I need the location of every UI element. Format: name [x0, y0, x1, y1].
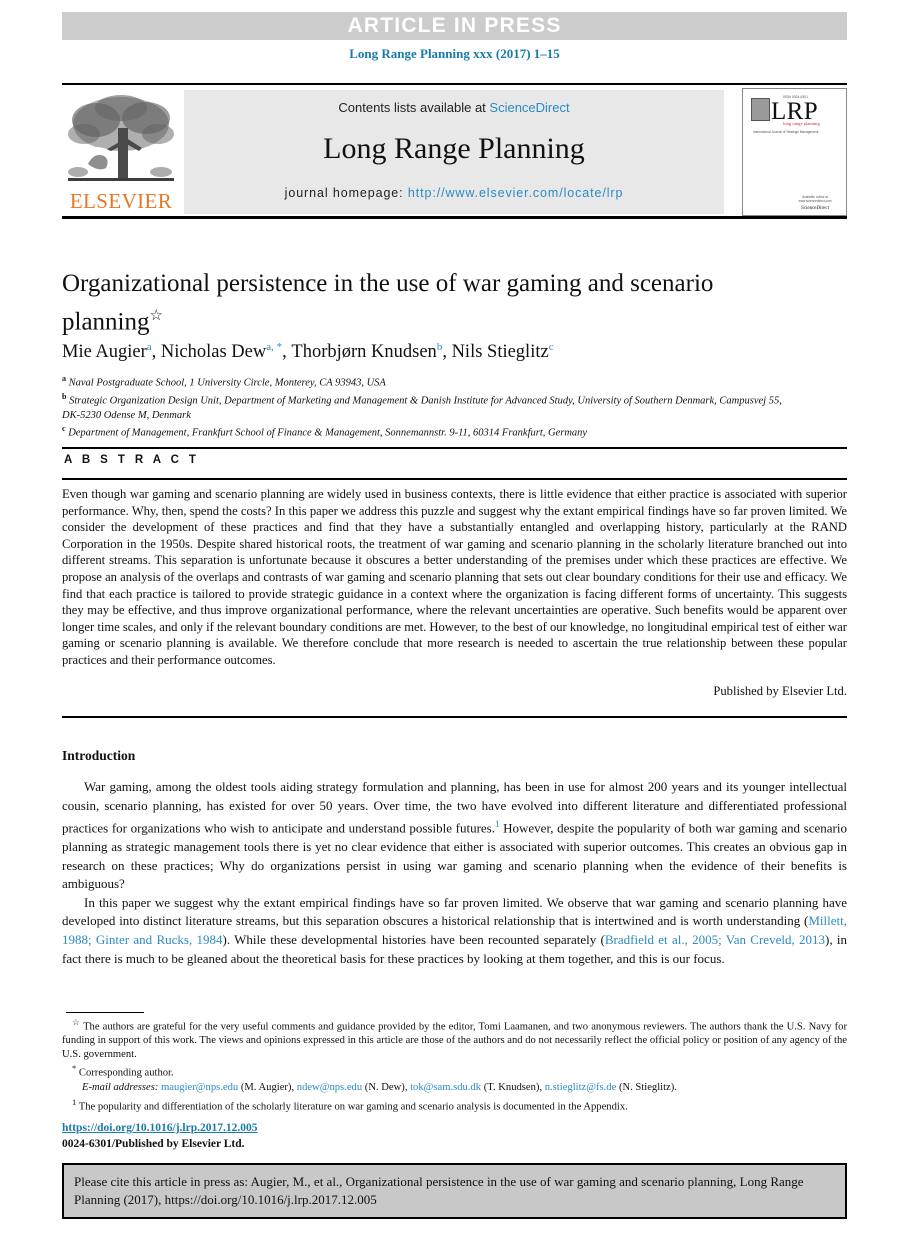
author-list: Mie Augiera, Nicholas Dewa, *, Thorbjørn… [62, 341, 847, 363]
affiliation-mark: c [62, 424, 66, 434]
author-name: Thorbjørn Knudsen [291, 342, 437, 363]
author-name: Nicholas Dew [160, 342, 267, 363]
footnote-emails: E-mail addresses: maugier@nps.edu (M. Au… [82, 1082, 677, 1094]
affiliation-mark: b [62, 392, 67, 402]
footnote-acknowledgement: ☆ The authors are grateful for the very … [62, 1016, 847, 1061]
abstract-bottom-rule [62, 716, 847, 718]
affiliation-mark: a [62, 374, 66, 383]
footnote-corresponding-text: Corresponding author. [78, 1067, 174, 1079]
contents-prefix: Contents lists available at [338, 100, 490, 115]
footnote-separator-rule [66, 1012, 144, 1013]
introduction-paragraph-2: In this paper we suggest why the extant … [62, 894, 847, 968]
please-cite-box: Please cite this article in press as: Au… [62, 1163, 847, 1219]
abstract-top-rule [62, 447, 847, 449]
article-in-press-banner: ARTICLE IN PRESS [62, 12, 847, 40]
abstract-mid-rule [62, 478, 847, 480]
cover-subtitle: long range planning [783, 121, 820, 126]
author-separator: , [151, 342, 161, 363]
citation-link[interactable]: Bradfield et al., 2005; Van Creveld, 201… [605, 932, 825, 947]
journal-masthead: ELSEVIER Contents lists available at Sci… [62, 88, 847, 216]
intro-p2-part-b: ). While these developmental histories h… [222, 932, 605, 948]
elsevier-wordmark: ELSEVIER [69, 189, 173, 213]
introduction-body: War gaming, among the oldest tools aidin… [62, 778, 847, 968]
footnote-note-1: 1 The popularity and differentiation of … [62, 1096, 847, 1114]
email-owner: (T. Knudsen) [483, 1082, 540, 1094]
author-separator: , [282, 342, 292, 363]
email-owner: (N. Dew) [364, 1082, 405, 1094]
email-owner: (M. Augier) [240, 1082, 292, 1094]
author-name: Mie Augier [62, 342, 147, 363]
article-title-text: Organizational persistence in the use of… [62, 270, 714, 336]
section-heading-introduction: Introduction [62, 748, 136, 763]
homepage-prefix: journal homepage: [284, 186, 408, 200]
header-rule [62, 83, 847, 85]
author-affiliation-mark: c [548, 341, 554, 353]
email-link[interactable]: maugier@nps.edu [161, 1082, 238, 1093]
footnote-note-1-text: The popularity and differentiation of th… [78, 1101, 628, 1113]
journal-cover-thumbnail: ISSN 0024-6301 LRP long range planning I… [742, 88, 847, 216]
title-footnote-marker: ☆ [149, 308, 163, 324]
cover-bottom-brand: ScienceDirect [800, 206, 830, 211]
affiliation-text: Strategic Organization Design Unit, Depa… [62, 395, 782, 421]
journal-title: Long Range Planning [323, 132, 585, 165]
email-link[interactable]: n.stieglitz@fs.de [545, 1082, 617, 1093]
introduction-paragraph-1: War gaming, among the oldest tools aidin… [62, 778, 847, 894]
footnote-area: ☆ The authors are grateful for the very … [62, 1016, 847, 1115]
sciencedirect-link[interactable]: ScienceDirect [489, 100, 569, 115]
elsevier-logo: ELSEVIER [62, 88, 180, 216]
affiliation-item: b Strategic Organization Design Unit, De… [62, 390, 802, 422]
author-name: Nils Stieglitz [451, 342, 549, 363]
footnote-star-marker: ☆ [72, 1017, 81, 1027]
cover-bottom-label: Available online at www.sciencedirect.co… [798, 195, 832, 203]
journal-info-box: Contents lists available at ScienceDirec… [184, 90, 724, 214]
affiliation-item: c Department of Management, Frankfurt Sc… [62, 422, 802, 440]
abstract-heading: A B S T R A C T [64, 454, 200, 466]
footnote-corresponding-author: * Corresponding author. [62, 1062, 847, 1080]
author-separator: , [442, 342, 452, 363]
footnote-number-marker: 1 [72, 1097, 77, 1108]
email-link[interactable]: tok@sam.sdu.dk [410, 1082, 481, 1093]
elsevier-tree-icon [68, 95, 174, 181]
affiliation-item: a Naval Postgraduate School, 1 Universit… [62, 372, 802, 390]
affiliation-text: Department of Management, Frankfurt Scho… [68, 427, 588, 439]
email-owner: (N. Stieglitz) [618, 1082, 675, 1094]
affiliation-list: a Naval Postgraduate School, 1 Universit… [62, 372, 802, 441]
footnote-asterisk-marker: * [72, 1063, 77, 1074]
article-page: ARTICLE IN PRESS Long Range Planning xxx… [0, 0, 907, 1238]
cover-mini-image [751, 98, 770, 121]
abstract-text: Even though war gaming and scenario plan… [62, 487, 847, 667]
affiliation-text: Naval Postgraduate School, 1 University … [68, 377, 386, 389]
cover-description: International Journal of Strategic Manag… [753, 130, 819, 134]
doi-link[interactable]: https://doi.org/10.1016/j.lrp.2017.12.00… [62, 1122, 258, 1134]
page-title: Organizational persistence in the use of… [62, 267, 762, 338]
footnote-star-text: The authors are grateful for the very us… [62, 1021, 848, 1060]
abstract-publisher-note: Published by Elsevier Ltd. [713, 684, 847, 698]
email-link[interactable]: ndew@nps.edu [297, 1082, 362, 1093]
author-affiliation-mark: a, * [266, 341, 283, 353]
journal-homepage-line: journal homepage: http://www.elsevier.co… [184, 186, 724, 200]
masthead-bottom-rule [62, 216, 847, 219]
intro-p2-part-a: In this paper we suggest why the extant … [62, 894, 847, 929]
article-in-press-label: ARTICLE IN PRESS [347, 14, 562, 37]
running-head: Long Range Planning xxx (2017) 1–15 [349, 46, 560, 61]
issn-publisher-line: 0024-6301/Published by Elsevier Ltd. [62, 1138, 245, 1150]
homepage-url-link[interactable]: http://www.elsevier.com/locate/lrp [408, 186, 623, 200]
contents-available-line: Contents lists available at ScienceDirec… [184, 90, 724, 115]
email-addresses-label: E-mail addresses: [82, 1082, 159, 1094]
